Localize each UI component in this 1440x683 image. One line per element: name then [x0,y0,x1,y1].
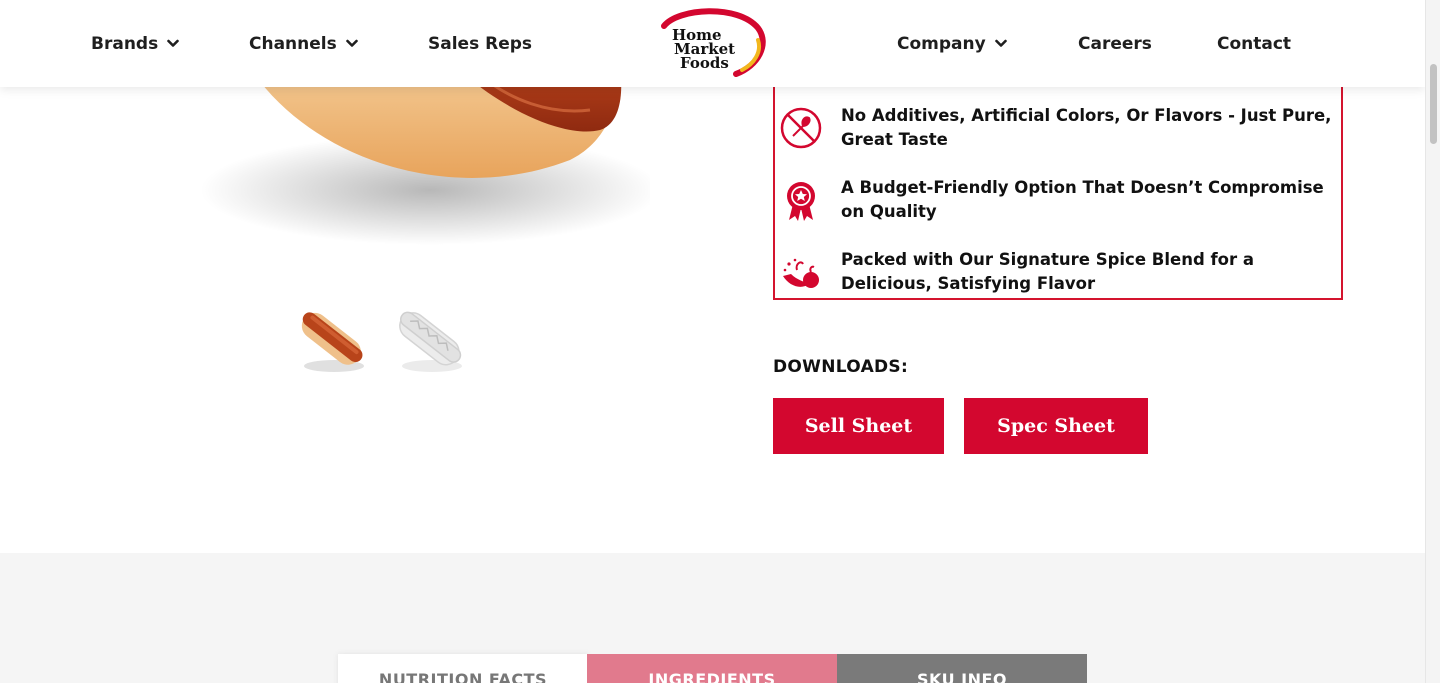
downloads-heading: DOWNLOADS: [773,357,909,377]
svg-text:Foods: Foods [680,54,729,72]
product-thumbnail-outline[interactable] [390,296,470,380]
nav-contact-label: Contact [1217,33,1292,54]
page-scrollbar[interactable] [1425,0,1440,683]
product-features-box: No Additives, Artificial Colors, Or Flav… [773,84,1343,300]
chevron-down-icon [994,39,1007,48]
feature-no-additives: No Additives, Artificial Colors, Or Flav… [779,104,1339,152]
nav-brands[interactable]: Brands [91,0,180,87]
quality-ribbon-icon [779,178,823,222]
nav-careers[interactable]: Careers [1078,0,1152,87]
spec-sheet-button[interactable]: Spec Sheet [964,398,1148,454]
nav-sales-reps-label: Sales Reps [428,33,533,54]
nav-channels[interactable]: Channels [249,0,358,87]
feature-text: A Budget-Friendly Option That Doesn’t Co… [841,178,1324,221]
home-market-foods-logo[interactable]: Home Market Foods [658,6,768,82]
tab-ingredients[interactable]: INGREDIENTS [587,654,837,683]
site-header: Brands Channels Sales Reps Home Market F… [0,0,1425,87]
sell-sheet-button[interactable]: Sell Sheet [773,398,944,454]
tab-nutrition-facts[interactable]: NUTRITION FACTS [338,654,588,683]
nav-careers-label: Careers [1078,33,1152,54]
product-thumbnail-color[interactable] [292,296,372,380]
feature-spice-blend: Packed with Our Signature Spice Blend fo… [779,248,1339,296]
tab-sku-info[interactable]: SKU INFO [837,654,1087,683]
chevron-down-icon [167,39,180,48]
feature-text: No Additives, Artificial Colors, Or Flav… [841,106,1332,149]
feature-budget-friendly: A Budget-Friendly Option That Doesn’t Co… [779,176,1339,224]
nav-contact[interactable]: Contact [1217,0,1291,87]
scrollbar-thumb[interactable] [1430,64,1437,144]
chevron-down-icon [345,39,358,48]
feature-text: Packed with Our Signature Spice Blend fo… [841,250,1255,293]
nav-brands-label: Brands [91,33,159,54]
nav-sales-reps[interactable]: Sales Reps [428,0,532,87]
nav-channels-label: Channels [249,33,337,54]
nav-company[interactable]: Company [897,0,1007,87]
spice-blend-icon [779,250,823,294]
nav-company-label: Company [897,33,986,54]
no-additives-icon [779,106,823,150]
